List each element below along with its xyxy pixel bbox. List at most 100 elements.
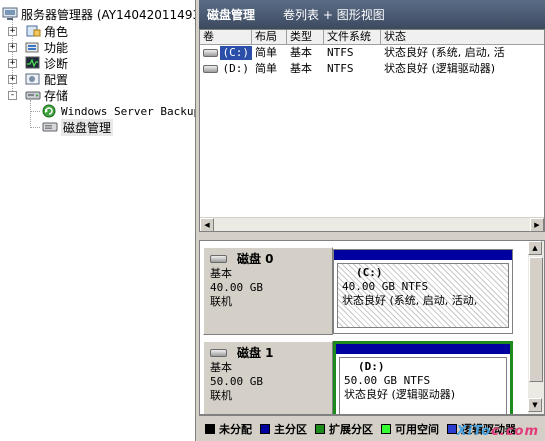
scroll-thumb[interactable]: [529, 257, 543, 382]
tree-item-features[interactable]: + 功能: [8, 39, 68, 55]
partition-detail: 40.00 GB NTFS: [342, 280, 429, 293]
legend-label: 未分配: [219, 422, 252, 436]
legend-swatch: [315, 423, 325, 434]
volume-cell: (C:): [200, 46, 252, 60]
type-cell: 基本: [290, 62, 312, 75]
drive-icon: [203, 65, 218, 73]
disk-1-label[interactable]: 磁盘 1 基本 50.00 GB 联机: [203, 341, 333, 414]
disk-0-header: 磁盘 0: [210, 252, 326, 266]
scroll-right-icon[interactable]: ▶: [530, 218, 544, 231]
vertical-scrollbar[interactable]: ▲ ▼: [528, 241, 544, 414]
legend-extended-partition: 扩展分区: [315, 421, 373, 437]
expand-icon[interactable]: +: [8, 74, 17, 84]
tree-item-label: 存储: [44, 88, 69, 103]
pane-header: 磁盘管理 卷列表 + 图形视图: [199, 0, 545, 29]
partition-d-body: (D:) 50.00 GB NTFS 状态良好 (逻辑驱动器): [339, 357, 507, 414]
storage-icon: [25, 91, 41, 100]
features-icon: [25, 42, 39, 53]
status-cell: 状态良好 (系统, 启动, 活: [384, 46, 505, 59]
column-headers: 卷 布局 类型 文件系统 状态: [200, 30, 544, 45]
column-header-type[interactable]: 类型: [287, 30, 324, 45]
logical-drive-bar: [336, 344, 510, 354]
tree-item-label: 角色: [44, 24, 69, 39]
partition-status: 状态良好 (系统, 启动, 活动,: [342, 294, 478, 307]
disk-size: 40.00 GB: [210, 281, 263, 294]
pane-splitter[interactable]: [199, 232, 545, 240]
server-manager-icon: [2, 7, 18, 20]
view-mode-label: 卷列表 + 图形视图: [283, 8, 385, 22]
disk-state: 联机: [210, 295, 232, 308]
tree-item-storage[interactable]: - 存储: [8, 87, 68, 103]
legend-label: 可用空间: [395, 422, 439, 436]
disk-state: 联机: [210, 389, 232, 402]
primary-partition-bar: [334, 250, 512, 260]
roles-icon: [26, 25, 41, 37]
filesystem-cell: NTFS: [327, 46, 354, 59]
tree-connector: [30, 111, 40, 112]
partition-c[interactable]: (C:) 40.00 GB NTFS 状态良好 (系统, 启动, 活动,: [333, 249, 513, 334]
scroll-up-icon[interactable]: ▲: [528, 241, 542, 255]
disk-1-header: 磁盘 1: [210, 346, 326, 360]
tree-root-server-manager[interactable]: 服务器管理器 (AY140420114933: [2, 6, 196, 22]
collapse-icon[interactable]: -: [8, 90, 17, 100]
expand-icon[interactable]: +: [8, 26, 17, 36]
legend-unallocated: 未分配: [205, 421, 252, 437]
expand-icon[interactable]: +: [8, 58, 17, 68]
scroll-down-icon[interactable]: ▼: [528, 398, 542, 412]
volume-list[interactable]: 卷 布局 类型 文件系统 状态 (C:) 简单 基本 NTFS 状态良好 (系统…: [199, 29, 545, 232]
expand-icon[interactable]: +: [8, 42, 17, 52]
legend-free-space: 可用空间: [381, 421, 439, 437]
tree-item-roles[interactable]: + 角色: [8, 23, 68, 39]
legend-swatch: [205, 423, 215, 434]
tree-item-label: 功能: [44, 40, 69, 55]
tree-item-windows-server-backup[interactable]: Windows Server Backup: [42, 103, 196, 119]
disk-management-icon: [42, 122, 58, 132]
partition-status: 状态良好 (逻辑驱动器): [344, 388, 456, 401]
column-header-layout[interactable]: 布局: [252, 30, 287, 45]
legend-label: 扩展分区: [329, 422, 373, 436]
column-header-status[interactable]: 状态: [381, 30, 544, 45]
diagnostics-icon: [25, 56, 40, 69]
disk-icon: [210, 255, 227, 263]
details-pane: 磁盘管理 卷列表 + 图形视图 卷 布局 类型 文件系统 状态 (C:) 简单 …: [199, 0, 545, 441]
partition-name: (C:): [356, 266, 383, 279]
table-row[interactable]: (D:) 简单 基本 NTFS 状态良好 (逻辑驱动器): [200, 62, 544, 76]
partition-d[interactable]: (D:) 50.00 GB NTFS 状态良好 (逻辑驱动器): [333, 341, 513, 414]
column-header-filesystem[interactable]: 文件系统: [324, 30, 381, 45]
horizontal-scrollbar[interactable]: ◀ ▶: [200, 217, 544, 231]
scroll-left-icon[interactable]: ◀: [200, 218, 214, 231]
tree-connector: [30, 100, 31, 128]
disk-size: 50.00 GB: [210, 375, 263, 388]
legend-label: 主分区: [274, 422, 307, 436]
tree-item-label: 诊断: [44, 56, 69, 71]
drive-icon: [203, 49, 218, 57]
scroll-track[interactable]: [214, 218, 530, 231]
column-header-volume[interactable]: 卷: [200, 30, 252, 45]
disk-kind: 基本: [210, 361, 232, 374]
layout-cell: 简单: [255, 62, 277, 75]
console-tree[interactable]: 服务器管理器 (AY140420114933 + 角色 + 功能 + 诊断 +: [0, 0, 196, 441]
tree-item-diagnostics[interactable]: + 诊断: [8, 55, 68, 71]
disk-0-label[interactable]: 磁盘 0 基本 40.00 GB 联机: [203, 247, 333, 335]
type-cell: 基本: [290, 46, 312, 59]
table-row[interactable]: (C:) 简单 基本 NTFS 状态良好 (系统, 启动, 活: [200, 46, 544, 60]
configuration-icon: [25, 73, 40, 85]
volume-name: (D:): [222, 62, 250, 75]
tree-item-disk-management[interactable]: 磁盘管理: [42, 118, 114, 136]
tree-item-label: Windows Server Backup: [61, 104, 196, 118]
legend-swatch: [447, 423, 457, 434]
watermark-part2: c.com: [491, 424, 539, 439]
legend-swatch: [260, 423, 270, 434]
volume-name: (C:): [219, 46, 252, 60]
status-cell: 状态良好 (逻辑驱动器): [384, 62, 496, 75]
partition-name: (D:): [358, 360, 385, 373]
tree-connector: [30, 127, 40, 128]
layout-cell: 简单: [255, 46, 277, 59]
disk-graphical-view[interactable]: 磁盘 0 基本 40.00 GB 联机 (C:) 40.00 GB NTFS 状…: [199, 240, 545, 415]
tree-item-label: 磁盘管理: [61, 118, 114, 136]
site-watermark: XiToc.com: [457, 424, 539, 439]
disk-name: 磁盘 0: [237, 252, 274, 266]
tree-item-configuration[interactable]: + 配置: [8, 71, 68, 87]
disk-kind: 基本: [210, 267, 232, 280]
tree-root-label: 服务器管理器 (AY140420114933: [21, 7, 196, 22]
